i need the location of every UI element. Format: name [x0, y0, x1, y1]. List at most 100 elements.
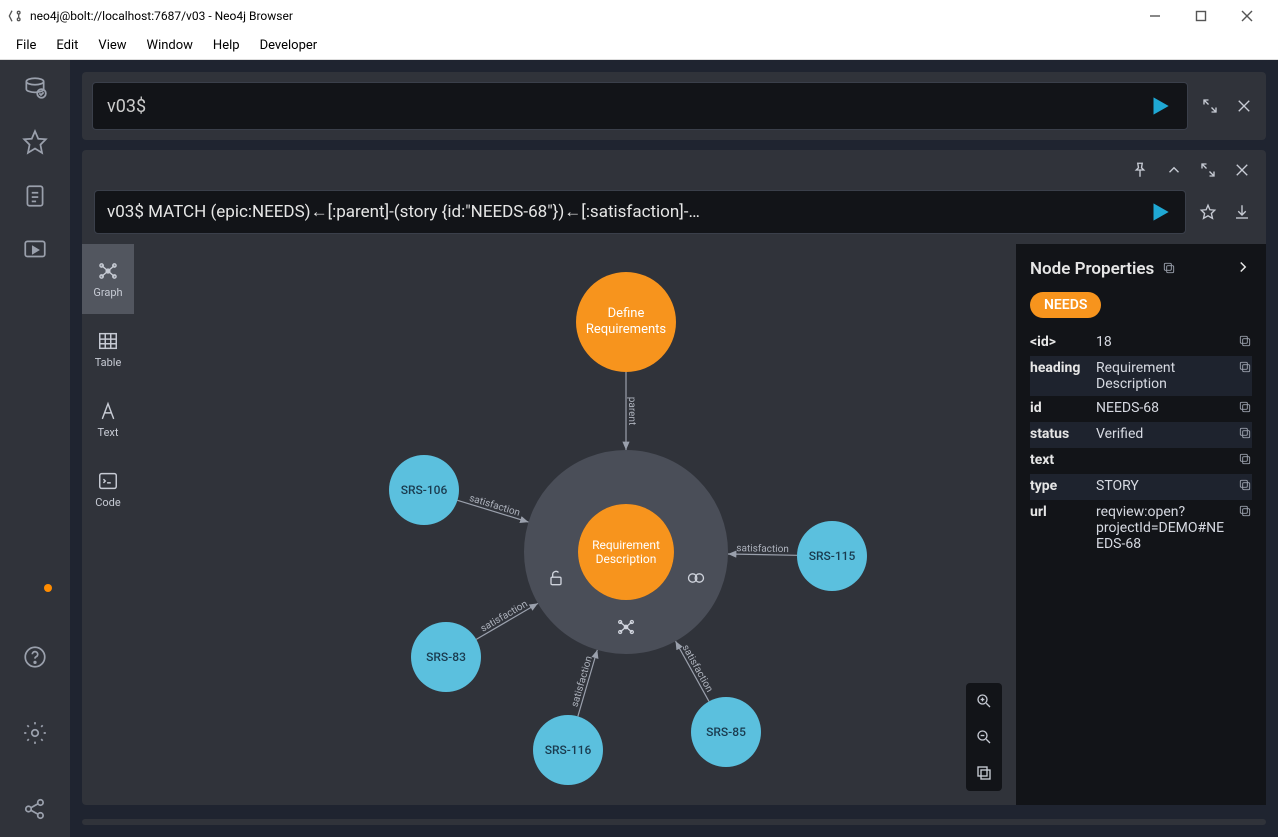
collapse-button[interactable] — [1162, 158, 1186, 182]
svg-text:satisfaction: satisfaction — [569, 655, 595, 709]
svg-text:satisfaction: satisfaction — [680, 642, 716, 694]
document-icon[interactable] — [21, 182, 49, 210]
view-text-label: Text — [98, 426, 119, 439]
download-button[interactable] — [1230, 200, 1254, 224]
neo4j-icon[interactable] — [21, 795, 49, 823]
node-n3[interactable]: SRS-116 — [533, 715, 603, 785]
view-code[interactable]: Code — [82, 454, 134, 524]
command-input[interactable]: v03$ — [92, 82, 1188, 130]
result-query-display[interactable]: v03$ MATCH (epic:NEEDS)←[:parent]-(story… — [94, 190, 1186, 234]
node-n4[interactable]: SRS-85 — [691, 697, 761, 767]
prop-key: status — [1030, 426, 1086, 442]
database-icon[interactable] — [21, 74, 49, 102]
node-center[interactable]: Requirement Description — [578, 504, 674, 600]
menu-edit[interactable]: Edit — [46, 35, 88, 56]
pin-button[interactable] — [1128, 158, 1152, 182]
prop-row: <id> 18 — [1030, 330, 1252, 356]
command-prompt: v03$ — [107, 96, 146, 117]
copy-all-button[interactable] — [1162, 260, 1176, 279]
help-icon[interactable] — [21, 643, 49, 671]
unlock-icon[interactable] — [546, 568, 566, 592]
copy-button[interactable] — [1238, 504, 1252, 522]
menu-file[interactable]: File — [6, 35, 46, 56]
prop-key: type — [1030, 478, 1086, 494]
relationship-icon[interactable] — [686, 568, 706, 592]
props-title: Node Properties — [1030, 259, 1154, 279]
command-bar: v03$ — [82, 72, 1266, 140]
prop-row: urlreqview:open?projectId=DEMO#NEEDS-68 — [1030, 500, 1252, 556]
zoom-out-button[interactable] — [966, 719, 1002, 755]
copy-button[interactable] — [1238, 334, 1252, 352]
view-code-label: Code — [95, 496, 120, 509]
svg-text:satisfaction: satisfaction — [478, 598, 529, 635]
run-query-button[interactable] — [1147, 93, 1173, 119]
maximize-button[interactable] — [1178, 0, 1224, 32]
prop-row: text — [1030, 448, 1252, 474]
prop-row: status Verified — [1030, 422, 1252, 448]
prop-key: url — [1030, 504, 1086, 520]
prop-row: heading Requirement Description — [1030, 356, 1252, 396]
close-button[interactable] — [1224, 0, 1270, 32]
star-icon[interactable] — [21, 128, 49, 156]
svg-text:parent: parent — [626, 397, 637, 425]
node-properties-panel: Node Properties NEEDS <id> 18 heading Requi… — [1016, 244, 1266, 805]
close-editor-button[interactable] — [1232, 94, 1256, 118]
play-screen-icon[interactable] — [21, 236, 49, 264]
menubar: File Edit View Window Help Developer — [0, 32, 1278, 60]
view-table-label: Table — [95, 356, 122, 369]
close-result-button[interactable] — [1230, 158, 1254, 182]
copy-button[interactable] — [1238, 400, 1252, 418]
favorite-button[interactable] — [1196, 200, 1220, 224]
node-epic[interactable]: Define Requirements — [576, 272, 676, 372]
copy-button[interactable] — [1238, 360, 1252, 378]
fullscreen-button[interactable] — [1198, 94, 1222, 118]
result-query: MATCH (epic:NEEDS)←[:parent]-(story {id:… — [148, 202, 700, 222]
node-n2[interactable]: SRS-83 — [411, 622, 481, 692]
prop-val: Verified — [1096, 426, 1228, 442]
window-title: neo4j@bolt://localhost:7687/v03 - Neo4j … — [30, 9, 1132, 23]
prop-val: 18 — [1096, 334, 1228, 350]
next-result-hint — [82, 819, 1266, 825]
zoom-controls — [966, 683, 1002, 791]
view-table[interactable]: Table — [82, 314, 134, 384]
svg-text:satisfaction: satisfaction — [736, 542, 789, 555]
menu-developer[interactable]: Developer — [250, 35, 328, 56]
zoom-fit-button[interactable] — [966, 755, 1002, 791]
result-prompt: v03$ — [107, 202, 144, 222]
sidebar — [0, 60, 70, 837]
prop-val: STORY — [1096, 478, 1228, 494]
prop-val: Requirement Description — [1096, 360, 1228, 392]
notification-dot — [44, 584, 52, 592]
menu-help[interactable]: Help — [203, 35, 250, 56]
zoom-in-button[interactable] — [966, 683, 1002, 719]
prop-key: heading — [1030, 360, 1086, 376]
view-graph[interactable]: Graph — [82, 244, 134, 314]
minimize-button[interactable] — [1132, 0, 1178, 32]
node-n5[interactable]: SRS-115 — [797, 521, 867, 591]
prop-key: id — [1030, 400, 1086, 416]
graph-expand-icon[interactable] — [616, 617, 636, 641]
view-switcher: Graph Table Text Code — [82, 244, 134, 805]
titlebar: neo4j@bolt://localhost:7687/v03 - Neo4j … — [0, 0, 1278, 32]
app-icon — [8, 8, 24, 24]
node-n1[interactable]: SRS-106 — [389, 455, 459, 525]
rerun-button[interactable] — [1147, 199, 1173, 225]
view-text[interactable]: Text — [82, 384, 134, 454]
prop-key: <id> — [1030, 334, 1086, 350]
copy-button[interactable] — [1238, 452, 1252, 470]
graph-canvas[interactable]: parent satisfaction satisfaction satisfacti… — [134, 244, 1016, 805]
svg-text:satisfaction: satisfaction — [468, 492, 522, 519]
result-frame: v03$ MATCH (epic:NEEDS)←[:parent]-(story… — [82, 150, 1266, 805]
copy-button[interactable] — [1238, 478, 1252, 496]
node-label-badge[interactable]: NEEDS — [1030, 292, 1101, 318]
prop-key: text — [1030, 452, 1086, 468]
menu-view[interactable]: View — [88, 35, 136, 56]
copy-button[interactable] — [1238, 426, 1252, 444]
expand-button[interactable] — [1196, 158, 1220, 182]
prop-row: idNEEDS-68 — [1030, 396, 1252, 422]
prop-row: type STORY — [1030, 474, 1252, 500]
settings-icon[interactable] — [21, 719, 49, 747]
props-toggle-button[interactable] — [1234, 258, 1252, 280]
menu-window[interactable]: Window — [137, 35, 203, 56]
view-graph-label: Graph — [93, 286, 122, 299]
